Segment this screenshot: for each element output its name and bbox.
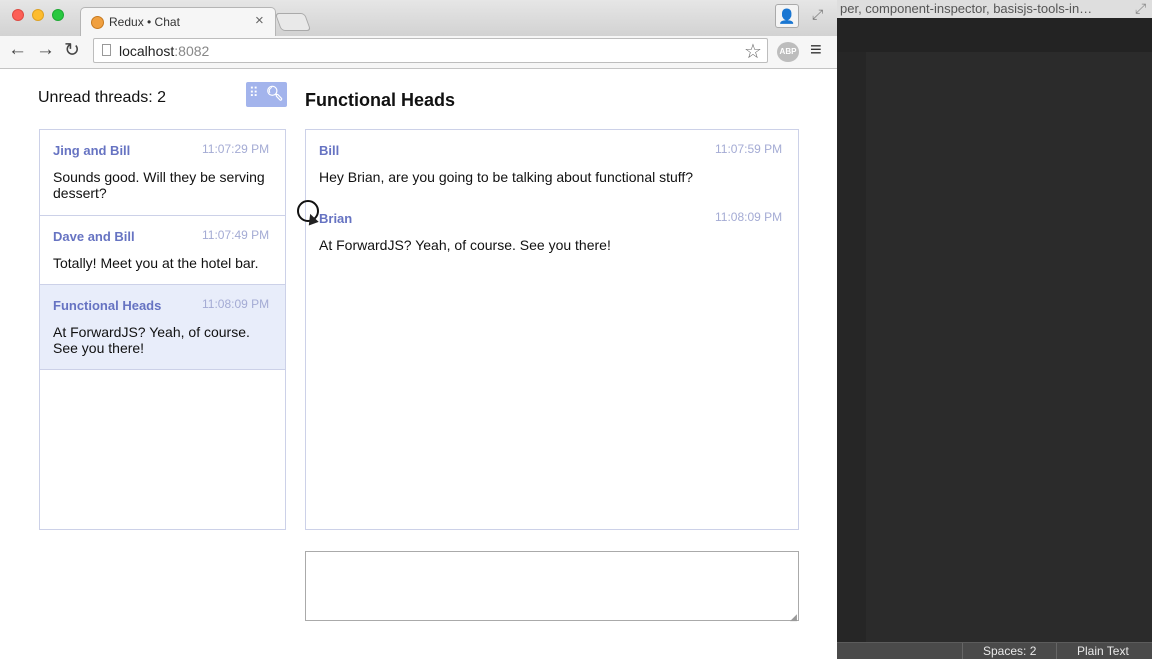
expand-icon[interactable]: ⤢ [1135,0,1146,17]
address-bar[interactable]: localhost:8082 ☆ [93,38,768,63]
bookmark-star-icon[interactable]: ☆ [744,39,762,64]
browser-tab[interactable]: Redux • Chat × [80,7,276,37]
message-text: At ForwardJS? Yeah, of course. See you t… [319,237,611,253]
thread-name: Dave and Bill [53,229,135,244]
reload-icon[interactable]: ↻ [64,39,80,62]
editor-window-title: per, component-inspector, basisjs-tools-… [840,1,1093,16]
message-text: Hey Brian, are you going to be talking a… [319,169,694,185]
minimize-window-button[interactable] [32,9,44,21]
message-item: Brian 11:08:09 PM At ForwardJS? Yeah, of… [306,198,798,258]
resize-grip-icon[interactable]: ◢ [790,612,797,623]
url-port: :8082 [174,43,210,59]
favicon-icon [91,16,104,29]
page-icon [102,44,111,56]
editor-titlebar: per, component-inspector, basisjs-tools-… [837,0,1152,18]
menu-icon[interactable]: ≡ [810,39,822,62]
unread-threads-count: Unread threads: 2 [38,89,167,106]
message-composer-input[interactable] [305,551,799,621]
thread-last-message: Sounds good. Will they be serving desser… [53,169,265,201]
tab-close-icon[interactable]: × [255,12,264,29]
drag-dots-icon[interactable]: ⠿ [249,85,259,101]
zoom-window-button[interactable] [52,9,64,21]
editor-gutter [837,52,866,642]
url-host: localhost [119,43,175,59]
message-time: 11:07:59 PM [715,142,783,156]
thread-list: Jing and Bill 11:07:29 PM Sounds good. W… [39,129,286,530]
editor-text-area[interactable] [866,52,1152,642]
inspect-search-icon[interactable]: 🔍︎ [266,85,284,102]
current-thread-title: Functional Heads [305,90,456,110]
profile-icon[interactable]: 👤 [775,4,799,28]
thread-last-message: Totally! Meet you at the hotel bar. [53,255,259,271]
chat-app: Unread threads: 2 ⠿ 🔍︎ Jing and Bill 11:… [0,69,837,659]
thread-time: 11:07:29 PM [202,142,270,156]
back-icon[interactable]: ← [8,39,27,61]
forward-icon[interactable]: → [36,39,55,61]
thread-name: Functional Heads [53,298,162,313]
browser-window: Redux • Chat × 👤 ⤢ ← → ↻ localhost:8082 … [0,0,837,659]
thread-time: 11:08:09 PM [202,297,270,311]
thread-item-dave-and-bill[interactable]: Dave and Bill 11:07:49 PM Totally! Meet … [40,216,285,285]
message-author: Brian [319,211,353,226]
status-indentation[interactable]: Spaces: 2 [983,644,1036,658]
status-divider [962,643,963,659]
close-window-button[interactable] [12,9,24,21]
message-item: Bill 11:07:59 PM Hey Brian, are you goin… [306,130,798,190]
devtools-widget[interactable]: ⠿ 🔍︎ [246,82,287,107]
status-divider [1056,643,1057,659]
message-list: Bill 11:07:59 PM Hey Brian, are you goin… [305,129,799,530]
new-tab-button[interactable] [274,13,312,31]
editor-status-bar: Spaces: 2 Plain Text [837,642,1152,659]
browser-titlebar: Redux • Chat × 👤 ⤢ [0,0,837,37]
fullscreen-icon[interactable]: ⤢ [812,6,823,23]
tab-title: Redux • Chat [109,15,180,29]
editor-window: per, component-inspector, basisjs-tools-… [837,0,1152,659]
thread-item-jing-and-bill[interactable]: Jing and Bill 11:07:29 PM Sounds good. W… [40,130,285,216]
editor-tab-bar [837,18,1152,52]
thread-name: Jing and Bill [53,143,131,158]
thread-last-message: At ForwardJS? Yeah, of course. See you t… [53,324,250,356]
browser-toolbar: ← → ↻ localhost:8082 ☆ ABP ≡ [0,36,837,69]
adblock-icon[interactable]: ABP [777,42,799,62]
message-time: 11:08:09 PM [715,210,783,224]
url-text: localhost:8082 [119,43,209,59]
thread-item-functional-heads[interactable]: Functional Heads 11:08:09 PM At ForwardJ… [40,285,285,370]
status-syntax[interactable]: Plain Text [1077,644,1129,658]
message-author: Bill [319,143,340,158]
thread-time: 11:07:49 PM [202,228,270,242]
